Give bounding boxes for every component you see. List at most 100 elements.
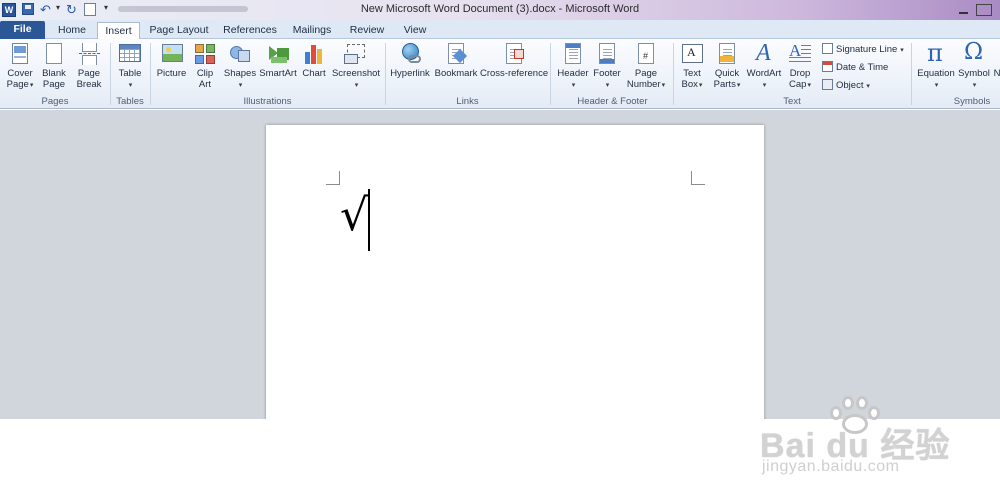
group-label-links: Links (456, 96, 479, 107)
smartart-button[interactable]: SmartArt (259, 42, 297, 79)
tab-references[interactable]: References (220, 22, 280, 39)
hyperlink-label: Hyperlink (390, 68, 430, 79)
cover-page-icon (7, 42, 33, 66)
quick-parts-label: Quick Parts▾ (713, 68, 741, 90)
bookmark-icon (443, 42, 469, 66)
blank-page-icon (41, 42, 67, 66)
symbol-label: Symbol ▾ (958, 68, 990, 89)
window-controls (952, 0, 1000, 20)
tab-insert[interactable]: Insert (97, 22, 140, 40)
drop-cap-button[interactable]: A Drop Cap▾ (785, 41, 815, 91)
hyperlink-button[interactable]: Hyperlink (389, 42, 431, 79)
drop-cap-icon: A (787, 41, 813, 66)
number-icon (992, 42, 1000, 66)
watermark-url: jingyan.baidu.com (762, 458, 900, 475)
text-box-icon: A (679, 42, 705, 66)
number-label-partial: N (993, 68, 1000, 79)
object-button[interactable]: Object ▾ (822, 78, 870, 94)
clip-art-button[interactable]: Clip Art (190, 42, 220, 90)
header-icon (560, 42, 586, 66)
group-label-header-footer: Header & Footer (577, 96, 648, 107)
tab-home[interactable]: Home (53, 22, 91, 39)
baidu-watermark: Bai du 经验 jingyan.baidu.com (760, 392, 980, 492)
picture-button[interactable]: Picture (155, 42, 188, 79)
clip-art-icon (192, 42, 218, 66)
shapes-label: Shapes ▾ (223, 68, 257, 89)
equation-button[interactable]: π Equation ▾ (914, 39, 958, 91)
group-label-illustrations: Illustrations (243, 96, 292, 107)
footer-button[interactable]: Footer ▾ (590, 42, 624, 91)
tab-view[interactable]: View (396, 22, 434, 39)
shapes-icon (227, 42, 253, 66)
table-icon (117, 42, 143, 66)
signature-line-icon (822, 43, 833, 54)
page-break-icon (76, 42, 102, 66)
table-label: Table ▾ (118, 68, 142, 89)
wordart-icon: A (756, 40, 771, 66)
cross-reference-icon (501, 42, 527, 66)
document-text[interactable]: √ (340, 191, 368, 241)
tab-review[interactable]: Review (344, 22, 390, 39)
page-number-button[interactable]: # Page Number▾ (624, 42, 668, 91)
text-box-label: Text Box▾ (681, 68, 703, 90)
omega-icon: Ω (964, 39, 984, 65)
ribbon-tab-bar: File Home Insert Page Layout References … (0, 20, 1000, 40)
calendar-icon (822, 61, 833, 72)
object-icon (822, 79, 833, 90)
blank-page-button[interactable]: Blank Page (40, 42, 68, 90)
tab-mailings[interactable]: Mailings (288, 22, 336, 39)
hyperlink-icon (397, 42, 423, 66)
page-number-label: Page Number▾ (626, 68, 666, 90)
bookmark-button[interactable]: Bookmark (434, 42, 478, 79)
text-cursor (368, 189, 370, 251)
margin-corner-top-left (326, 171, 340, 185)
minimize-button[interactable] (956, 4, 972, 16)
screenshot-button[interactable]: Screenshot ▾ (331, 42, 381, 91)
title-bar: W ↶ ▾ ↻ ▾ New Microsoft Word Document (3… (0, 0, 1000, 20)
text-box-button[interactable]: A Text Box▾ (677, 42, 707, 91)
header-button[interactable]: Header ▾ (555, 42, 591, 91)
tab-file[interactable]: File (0, 21, 45, 39)
chart-button[interactable]: Chart (298, 42, 330, 79)
smartart-icon (265, 42, 291, 66)
document-page[interactable]: √ (266, 125, 764, 425)
word-window: W ↶ ▾ ↻ ▾ New Microsoft Word Document (3… (0, 0, 1000, 500)
bookmark-label: Bookmark (434, 68, 478, 79)
footer-icon (594, 42, 620, 66)
cross-reference-label: Cross-reference (480, 68, 549, 79)
table-button[interactable]: Table ▾ (115, 42, 145, 91)
page-number-icon: # (633, 42, 659, 66)
header-label: Header ▾ (557, 68, 589, 89)
chart-icon (301, 42, 327, 66)
insert-ribbon: Cover Page▾ Blank Page Page Break Pages … (0, 39, 1000, 109)
cover-page-button[interactable]: Cover Page▾ (3, 42, 37, 91)
shapes-button[interactable]: Shapes ▾ (223, 42, 257, 91)
tab-page-layout[interactable]: Page Layout (148, 22, 210, 39)
smartart-label: SmartArt (259, 68, 297, 79)
symbol-button[interactable]: Ω Symbol ▾ (957, 39, 991, 91)
quick-parts-icon (714, 42, 740, 66)
group-label-symbols: Symbols (953, 96, 991, 107)
clip-art-label: Clip Art (196, 68, 214, 90)
wordart-button[interactable]: A WordArt ▾ (745, 40, 783, 91)
quick-parts-button[interactable]: Quick Parts▾ (710, 42, 744, 91)
date-time-button[interactable]: Date & Time (822, 60, 888, 76)
screenshot-icon (343, 42, 369, 66)
drop-cap-label: Drop Cap▾ (789, 68, 811, 90)
margin-corner-top-right (691, 171, 705, 185)
group-label-tables: Tables (116, 96, 144, 107)
signature-line-button[interactable]: Signature Line ▾ (822, 42, 904, 58)
blank-page-label: Blank Page (42, 68, 66, 90)
group-label-text: Text (783, 96, 801, 107)
maximize-button[interactable] (976, 4, 992, 16)
cross-reference-button[interactable]: Cross-reference (480, 42, 548, 79)
footer-label: Footer ▾ (593, 68, 621, 89)
picture-label: Picture (156, 68, 187, 79)
screenshot-label: Screenshot ▾ (331, 68, 381, 89)
page-break-button[interactable]: Page Break (74, 42, 104, 90)
document-area: √ (0, 110, 1000, 425)
wordart-label: WordArt ▾ (746, 68, 782, 89)
number-button-partial[interactable]: N (991, 42, 1000, 79)
pi-icon: π (927, 39, 943, 67)
page-break-label: Page Break (76, 68, 102, 90)
